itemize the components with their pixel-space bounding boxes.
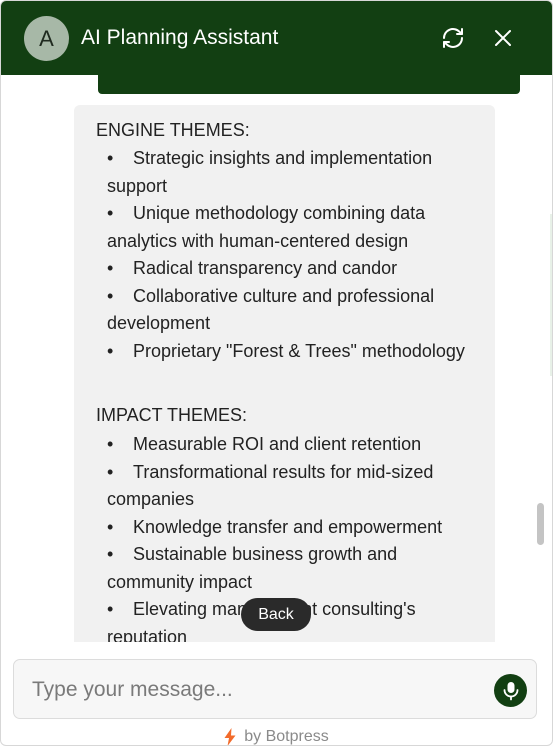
bullet-icon: • xyxy=(107,516,114,537)
message-input[interactable] xyxy=(30,672,474,708)
chat-header: A AI Planning Assistant xyxy=(1,1,552,75)
chat-title: AI Planning Assistant xyxy=(81,26,279,49)
bullet-icon: • xyxy=(107,148,114,168)
list-item: • Knowledge transfer and empowerment xyxy=(107,514,472,542)
side-divider xyxy=(550,214,552,376)
footer-label: by Botpress xyxy=(244,728,329,745)
chat-widget: A AI Planning Assistant ENGINE THEMES: •… xyxy=(0,0,553,746)
section-heading-impact: IMPACT THEMES: xyxy=(96,405,248,425)
scrollbar[interactable] xyxy=(537,503,544,545)
back-button[interactable]: Back xyxy=(241,598,311,631)
lightning-bolt-icon xyxy=(224,728,236,745)
list-item: • Transformational results for mid-sized … xyxy=(107,459,472,514)
previous-user-message xyxy=(98,75,520,94)
list-item: • Sustainable business growth and communi… xyxy=(107,541,472,596)
microphone-button[interactable] xyxy=(494,674,527,707)
bullet-icon: • xyxy=(107,544,114,564)
message-list[interactable]: ENGINE THEMES: • Strategic insights and i… xyxy=(1,75,552,642)
powered-by-footer[interactable]: by Botpress xyxy=(1,727,552,745)
message-composer xyxy=(13,659,537,719)
bullet-icon: • xyxy=(107,599,114,619)
list-item: • Radical transparency and candor xyxy=(107,255,472,283)
list-item: • Proprietary "Forest & Trees" methodolog… xyxy=(107,338,472,366)
list-item: • Measurable ROI and client retention xyxy=(107,431,472,459)
bullet-icon: • xyxy=(107,285,114,306)
refresh-button[interactable] xyxy=(438,23,468,53)
close-icon xyxy=(495,30,511,46)
close-button[interactable] xyxy=(488,23,518,53)
refresh-icon xyxy=(443,28,463,48)
list-item: • Unique methodology combining data analy… xyxy=(107,200,472,255)
bot-message-bubble: ENGINE THEMES: • Strategic insights and i… xyxy=(74,105,495,642)
bullet-icon: • xyxy=(107,258,114,278)
bot-avatar: A xyxy=(24,16,69,61)
bullet-icon: • xyxy=(107,461,114,482)
list-item: • Collaborative culture and professional … xyxy=(107,283,472,338)
bullet-icon: • xyxy=(107,203,114,223)
bullet-icon: • xyxy=(107,340,114,361)
bullet-icon: • xyxy=(107,434,114,454)
list-item: • Strategic insights and implementation s… xyxy=(107,145,472,200)
section-heading-engine: ENGINE THEMES: xyxy=(96,120,250,140)
engine-themes-list: • Strategic insights and implementation s… xyxy=(107,145,472,365)
microphone-icon xyxy=(503,681,518,700)
